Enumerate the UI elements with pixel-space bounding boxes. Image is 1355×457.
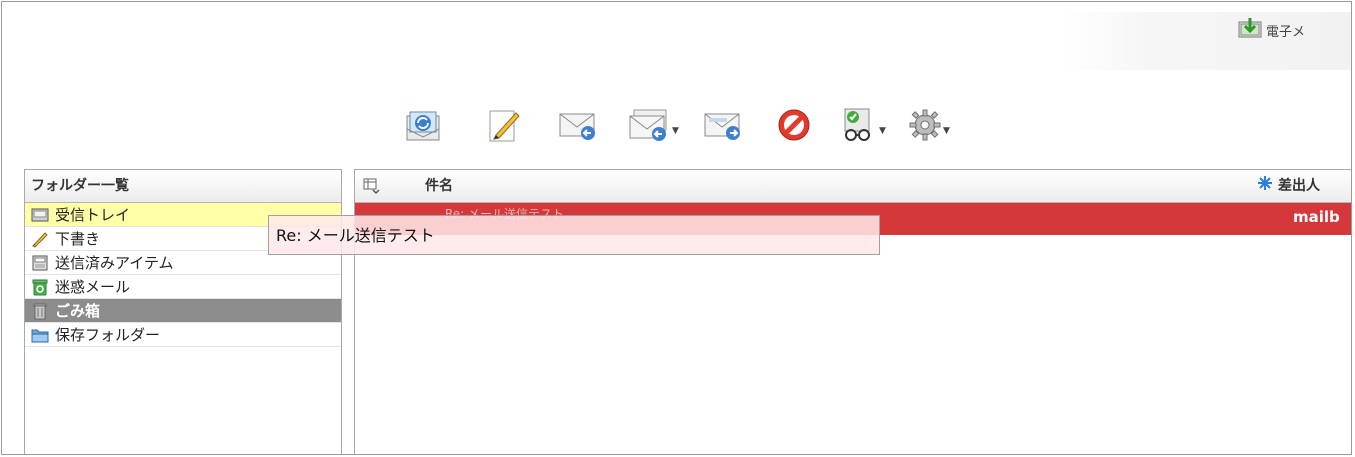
column-settings-icon[interactable] — [363, 177, 381, 199]
folder-icon — [31, 326, 49, 344]
prohibit-icon — [776, 107, 812, 147]
folder-item-saved[interactable]: 保存フォルダー — [25, 323, 341, 347]
junk-recycle-icon — [31, 278, 49, 296]
forward-button[interactable] — [695, 109, 753, 145]
chevron-down-icon[interactable]: ▼ — [943, 126, 950, 136]
trash-icon — [31, 302, 49, 320]
column-header-subject[interactable]: 件名 — [425, 170, 453, 202]
chevron-down-icon[interactable]: ▼ — [672, 126, 679, 136]
reply-mail-icon — [559, 109, 599, 145]
subject-tooltip: Re: メール送信テスト — [268, 215, 880, 255]
folder-label: 受信トレイ — [55, 206, 131, 224]
view-button[interactable]: ▼ — [835, 107, 893, 147]
receive-send-button[interactable] — [397, 107, 449, 147]
settings-button[interactable]: ▼ — [903, 108, 955, 146]
pencil-icon — [31, 230, 49, 248]
folder-item-trash[interactable]: ごみ箱 — [25, 299, 341, 323]
folder-pane-header: フォルダー一覧 — [25, 170, 341, 203]
folder-label: 保存フォルダー — [55, 326, 161, 344]
message-sender: mailb — [1293, 208, 1340, 226]
viewer-glasses-icon — [842, 107, 878, 147]
message-list-header: 件名 差出人 — [355, 170, 1351, 203]
reply-all-button[interactable]: ▼ — [619, 108, 689, 146]
folder-item-junk[interactable]: 迷惑メール — [25, 275, 341, 299]
mail-window: 電子メ ▼ ▼ ▼ フォルダー一覧 受信トレイ 下書き 送信済みアイテム 迷惑メ… — [1, 1, 1352, 455]
reply-all-mail-icon — [629, 108, 671, 146]
download-notice[interactable]: 電子メ — [1238, 16, 1305, 44]
toolbar: ▼ ▼ ▼ — [397, 97, 955, 157]
column-header-sender-label: 差出人 — [1278, 178, 1320, 194]
block-button[interactable] — [769, 107, 819, 147]
pencil-paper-icon — [486, 107, 522, 147]
folder-label: 下書き — [55, 230, 101, 248]
column-header-sender[interactable]: 差出人 — [1258, 170, 1320, 202]
sent-items-icon — [31, 254, 49, 272]
compose-button[interactable] — [473, 107, 535, 147]
reply-button[interactable] — [549, 109, 609, 145]
folder-label: 迷惑メール — [55, 278, 131, 296]
forward-mail-icon — [704, 109, 744, 145]
top-right-banner — [1062, 12, 1351, 70]
gear-icon — [908, 108, 942, 146]
message-list: 件名 差出人 Re: メール送信テスト mailb — [354, 169, 1351, 454]
download-box-icon — [1238, 17, 1262, 43]
chevron-down-icon[interactable]: ▼ — [879, 126, 886, 136]
folder-label: ごみ箱 — [55, 302, 101, 320]
refresh-mail-icon — [405, 107, 441, 147]
folder-pane: フォルダー一覧 受信トレイ 下書き 送信済みアイテム 迷惑メール ごみ箱 保存フ… — [24, 169, 342, 454]
download-notice-label: 電子メ — [1266, 24, 1306, 40]
sort-star-icon — [1258, 170, 1272, 202]
folder-label: 送信済みアイテム — [55, 254, 174, 272]
inbox-icon — [31, 206, 49, 224]
